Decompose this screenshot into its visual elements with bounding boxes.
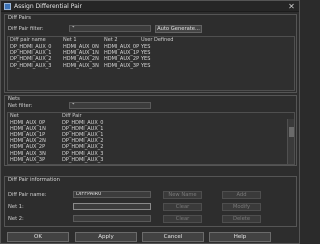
table-cell: DP_HDMI_AUX_0 [10, 44, 52, 50]
table-row[interactable]: DP_HDMI_AUX_1 HDMI_AUX_1N HDMI_AUX_1P YES [8, 50, 294, 56]
table-cell: HDMI_AUX_2N [63, 56, 99, 63]
net1-label: Net 1: [8, 204, 24, 210]
table-row[interactable]: DP_HDMI_AUX_3 HDMI_AUX_3N HDMI_AUX_3P YES [8, 63, 294, 69]
net-filter-label: Net filter: [8, 103, 33, 109]
nets-title: Nets [8, 96, 20, 102]
col-header-net[interactable]: Net [10, 113, 19, 119]
list-item[interactable]: HDMI_AUX_2P DP_HDMI_AUX_2 [8, 144, 294, 150]
diff-pair-name-input[interactable]: DIFFPAIR0 [73, 191, 151, 198]
list-item[interactable]: HDMI_AUX_2N DP_HDMI_AUX_2 [8, 138, 294, 144]
diff-pairs-table[interactable]: Diff pair name Net 1 Net 2 User Defined … [7, 36, 295, 91]
table-cell: DP_HDMI_AUX_0 [62, 119, 104, 126]
col-header-diff-pair[interactable]: Diff Pair [62, 113, 82, 119]
table-cell: HDMI_AUX_1P [10, 131, 46, 138]
table-cell: HDMI_AUX_2P [104, 56, 140, 63]
table-cell: HDMI_AUX_0P [104, 44, 140, 50]
apply-button[interactable]: Apply [75, 232, 137, 242]
new-name-button[interactable]: New Name [163, 191, 202, 199]
table-cell: HDMI_AUX_3N [63, 62, 99, 69]
table-cell: HDMI_AUX_0P [10, 119, 46, 126]
table-cell: DP_HDMI_AUX_3 [10, 62, 52, 69]
net1-input[interactable] [73, 203, 151, 210]
clear-net2-button[interactable]: Clear [163, 215, 202, 223]
table-cell: HDMI_AUX_2N [10, 138, 46, 145]
table-cell: DP_HDMI_AUX_2 [62, 144, 104, 151]
help-button[interactable]: Help [209, 232, 271, 242]
table-cell: YES [141, 56, 151, 63]
add-button[interactable]: Add [222, 191, 261, 199]
table-row[interactable]: DP_HDMI_AUX_0 HDMI_AUX_0N HDMI_AUX_0P YES [8, 44, 294, 50]
list-item[interactable]: HDMI_AUX_0P DP_HDMI_AUX_0 [8, 120, 294, 126]
nets-table[interactable]: Net Diff Pair HDMI_AUX_0P DP_HDMI_AUX_0 HD… [7, 112, 295, 165]
table-cell: DP_HDMI_AUX_3 [62, 156, 104, 163]
net2-input[interactable] [73, 215, 151, 222]
col-header-net1[interactable]: Net 1 [63, 37, 77, 43]
table-cell: HDMI_AUX_1P [104, 50, 140, 57]
table-cell: DP_HDMI_AUX_2 [62, 138, 104, 145]
list-item[interactable]: HDMI_AUX_1N DP_HDMI_AUX_1 [8, 126, 294, 132]
cancel-button[interactable]: Cancel [142, 232, 204, 242]
auto-generate-button[interactable]: Auto Generate... [155, 25, 202, 33]
table-cell: YES [141, 50, 151, 57]
table-cell: DP_HDMI_AUX_2 [10, 56, 52, 63]
modify-button[interactable]: Modify [222, 203, 261, 211]
diff-pair-info-title: Diff Pair information [8, 177, 60, 183]
ok-button[interactable]: OK [7, 232, 69, 242]
window-title: Assign Differential Pair [14, 3, 82, 10]
list-item[interactable]: HDMI_AUX_1P DP_HDMI_AUX_1 [8, 132, 294, 138]
assign-diff-pair-dialog: Assign Differential Pair ✕ Diff Pairs Di… [0, 0, 300, 244]
table-cell: YES [141, 62, 151, 69]
col-header-diff-pair-name[interactable]: Diff pair name [10, 37, 46, 43]
table-cell: HDMI_AUX_0N [63, 44, 99, 50]
table-cell: DP_HDMI_AUX_1 [62, 131, 104, 138]
nets-scrollbar[interactable] [287, 119, 294, 164]
app-icon [4, 3, 11, 10]
nets-group: Nets Net filter: * Net Diff Pair HDMI_AU… [4, 95, 297, 166]
diff-pair-filter-input[interactable]: * [69, 25, 151, 32]
diff-pairs-group: Diff Pairs Diff Pair filter: * Auto Gene… [4, 14, 297, 93]
table-cell: DP_HDMI_AUX_3 [62, 150, 104, 157]
diff-pair-info-group: Diff Pair information Diff Pair name: DI… [4, 176, 297, 227]
diff-pairs-title: Diff Pairs [8, 15, 32, 21]
clear-net1-button[interactable]: Clear [163, 203, 202, 211]
title-bar[interactable]: Assign Differential Pair ✕ [1, 1, 299, 12]
net-filter-input[interactable]: * [69, 102, 151, 109]
list-item[interactable]: HDMI_AUX_3N DP_HDMI_AUX_3 [8, 151, 294, 157]
table-cell: DP_HDMI_AUX_1 [10, 50, 52, 57]
table-cell: HDMI_AUX_3N [10, 150, 46, 157]
diff-pair-filter-label: Diff Pair filter: [8, 26, 44, 32]
table-cell: HDMI_AUX_1N [63, 50, 99, 57]
table-cell: HDMI_AUX_1N [10, 125, 46, 132]
table-cell: YES [141, 44, 151, 50]
table-cell: HDMI_AUX_2P [10, 144, 46, 151]
table-row[interactable]: DP_HDMI_AUX_2 HDMI_AUX_2N HDMI_AUX_2P YES [8, 56, 294, 62]
list-item[interactable]: HDMI_AUX_3P DP_HDMI_AUX_3 [8, 157, 294, 163]
table-cell: HDMI_AUX_3P [104, 62, 140, 69]
delete-button[interactable]: Delete [222, 215, 261, 223]
close-icon[interactable]: ✕ [287, 2, 296, 11]
nets-scroll-thumb[interactable] [289, 127, 294, 137]
net2-label: Net 2: [8, 216, 24, 222]
diff-pair-name-label: Diff Pair name: [8, 192, 47, 198]
table-cell: HDMI_AUX_3P [10, 156, 46, 163]
table-cell: DP_HDMI_AUX_1 [62, 125, 104, 132]
col-header-net2[interactable]: Net 2 [104, 37, 118, 43]
col-header-user-defined[interactable]: User Defined [141, 37, 173, 43]
